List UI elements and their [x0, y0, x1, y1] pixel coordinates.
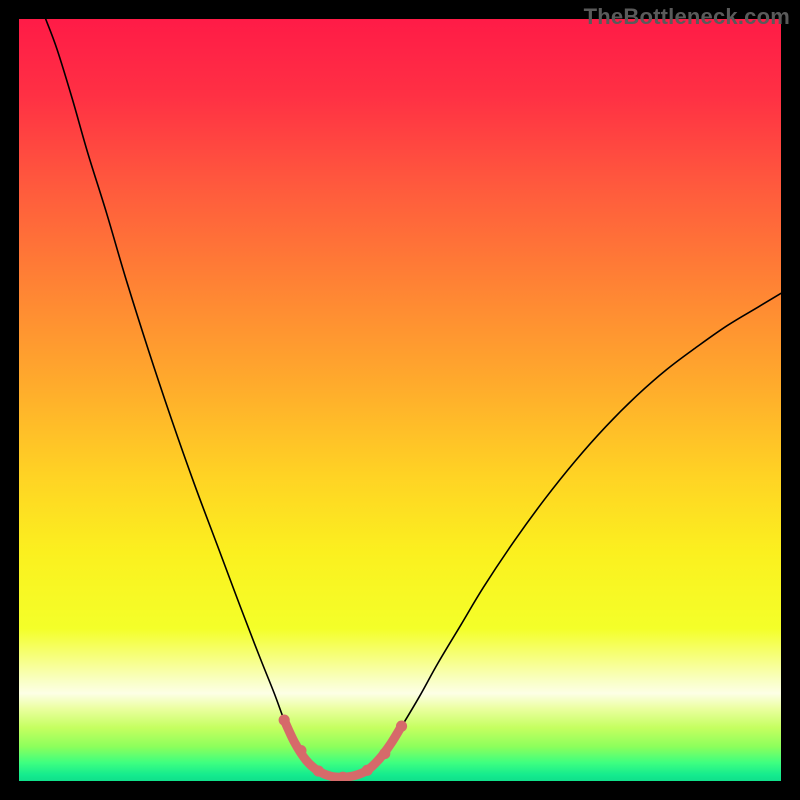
optimal-zone-overlay-marker — [279, 714, 290, 725]
watermark-text: TheBottleneck.com — [584, 4, 790, 30]
gradient-background — [19, 19, 781, 781]
optimal-zone-overlay-marker — [295, 745, 306, 756]
optimal-zone-overlay-marker — [396, 721, 407, 732]
chart-svg — [19, 19, 781, 781]
optimal-zone-overlay-marker — [379, 748, 390, 759]
optimal-zone-overlay-marker — [313, 766, 324, 777]
chart-frame: TheBottleneck.com — [0, 0, 800, 800]
optimal-zone-overlay-marker — [362, 765, 373, 776]
plot-area — [19, 19, 781, 781]
